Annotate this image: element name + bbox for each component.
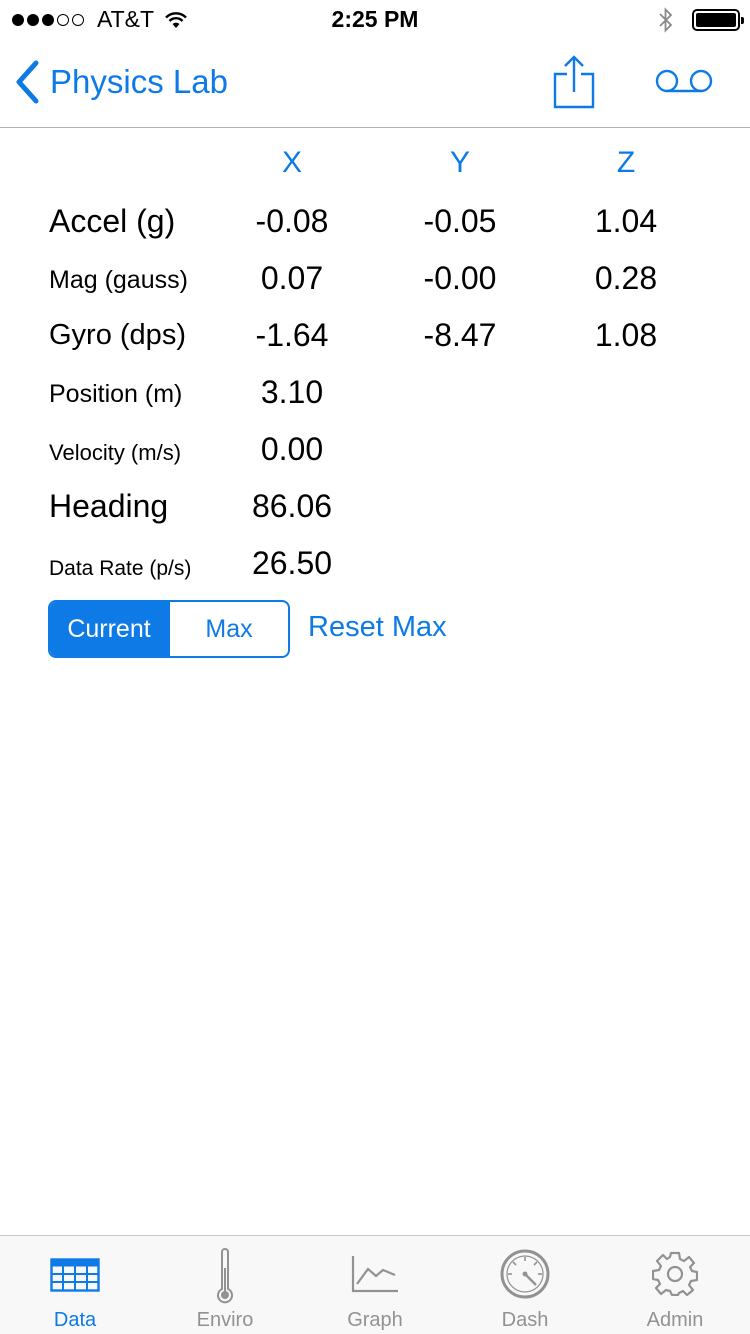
value-x: 0.07 <box>260 260 324 296</box>
back-label: Physics Lab <box>50 63 228 100</box>
value-x: -1.64 <box>255 317 329 353</box>
value-x: -0.08 <box>255 203 329 239</box>
row-label: Data Rate (p/s) <box>49 557 192 580</box>
row-label: Velocity (m/s) <box>49 440 182 465</box>
segment-current[interactable]: Current <box>50 602 168 656</box>
table-row-heading: Heading 86.06 <box>0 488 750 538</box>
column-header-z: Z <box>616 146 636 179</box>
gear-icon <box>652 1251 698 1296</box>
row-label: Heading <box>49 488 169 524</box>
table-row-mag: Mag (gauss) 0.07 -0.00 0.28 <box>0 260 750 310</box>
current-max-segmented-control: Current Max <box>48 600 290 658</box>
record-button[interactable] <box>654 66 716 96</box>
voicemail-icon <box>655 69 713 93</box>
tab-graph[interactable]: Graph <box>300 1236 450 1334</box>
row-label: Accel (g) <box>49 203 176 239</box>
table-row-data-rate: Data Rate (p/s) 26.50 <box>0 545 750 595</box>
tab-data[interactable]: Data <box>0 1236 150 1334</box>
value-x: 3.10 <box>260 374 324 410</box>
column-header-y: Y <box>449 146 470 179</box>
tab-label: Data <box>53 1309 97 1331</box>
segment-max[interactable]: Max <box>168 602 288 656</box>
tab-label: Admin <box>646 1309 704 1331</box>
value-x: 0.00 <box>260 431 324 467</box>
table-row-gyro: Gyro (dps) -1.64 -8.47 1.08 <box>0 317 750 367</box>
chevron-left-icon <box>16 60 39 104</box>
value-z: 1.04 <box>594 203 658 239</box>
line-chart-icon <box>351 1256 398 1293</box>
table-row-velocity: Velocity (m/s) 0.00 <box>0 431 750 481</box>
row-label: Mag (gauss) <box>49 266 188 294</box>
status-right <box>658 7 744 33</box>
tab-dash[interactable]: Dash <box>450 1236 600 1334</box>
column-header-x: X <box>281 146 302 179</box>
tab-label: Enviro <box>196 1309 254 1331</box>
battery-icon <box>692 9 744 31</box>
navigation-bar: Physics Lab <box>0 40 750 128</box>
back-button[interactable]: Physics Lab <box>14 60 228 104</box>
value-z: 0.28 <box>594 260 658 296</box>
status-bar: AT&T 2:25 PM <box>0 0 750 40</box>
status-time: 2:25 PM <box>331 6 419 32</box>
bluetooth-icon <box>659 7 673 33</box>
table-icon <box>50 1258 100 1292</box>
tab-bar: Data Enviro Graph Dash Admin <box>0 1235 750 1334</box>
reset-max-button[interactable]: Reset Max <box>308 611 447 644</box>
row-label: Position (m) <box>49 380 183 408</box>
share-button[interactable] <box>552 54 596 110</box>
value-x: 26.50 <box>251 545 333 581</box>
tab-label: Graph <box>347 1309 403 1331</box>
value-y: -0.00 <box>423 260 497 296</box>
tab-enviro[interactable]: Enviro <box>150 1236 300 1334</box>
table-row-accel: Accel (g) -0.08 -0.05 1.04 <box>0 203 750 253</box>
share-icon <box>553 55 595 109</box>
row-label: Gyro (dps) <box>49 319 186 351</box>
value-x: 86.06 <box>251 488 333 524</box>
table-row-position: Position (m) 3.10 <box>0 374 750 424</box>
value-y: -8.47 <box>423 317 497 353</box>
thermometer-icon <box>217 1248 233 1304</box>
tab-label: Dash <box>501 1309 549 1331</box>
gauge-icon <box>500 1249 550 1299</box>
value-y: -0.05 <box>423 203 497 239</box>
value-z: 1.08 <box>594 317 658 353</box>
tab-admin[interactable]: Admin <box>600 1236 750 1334</box>
